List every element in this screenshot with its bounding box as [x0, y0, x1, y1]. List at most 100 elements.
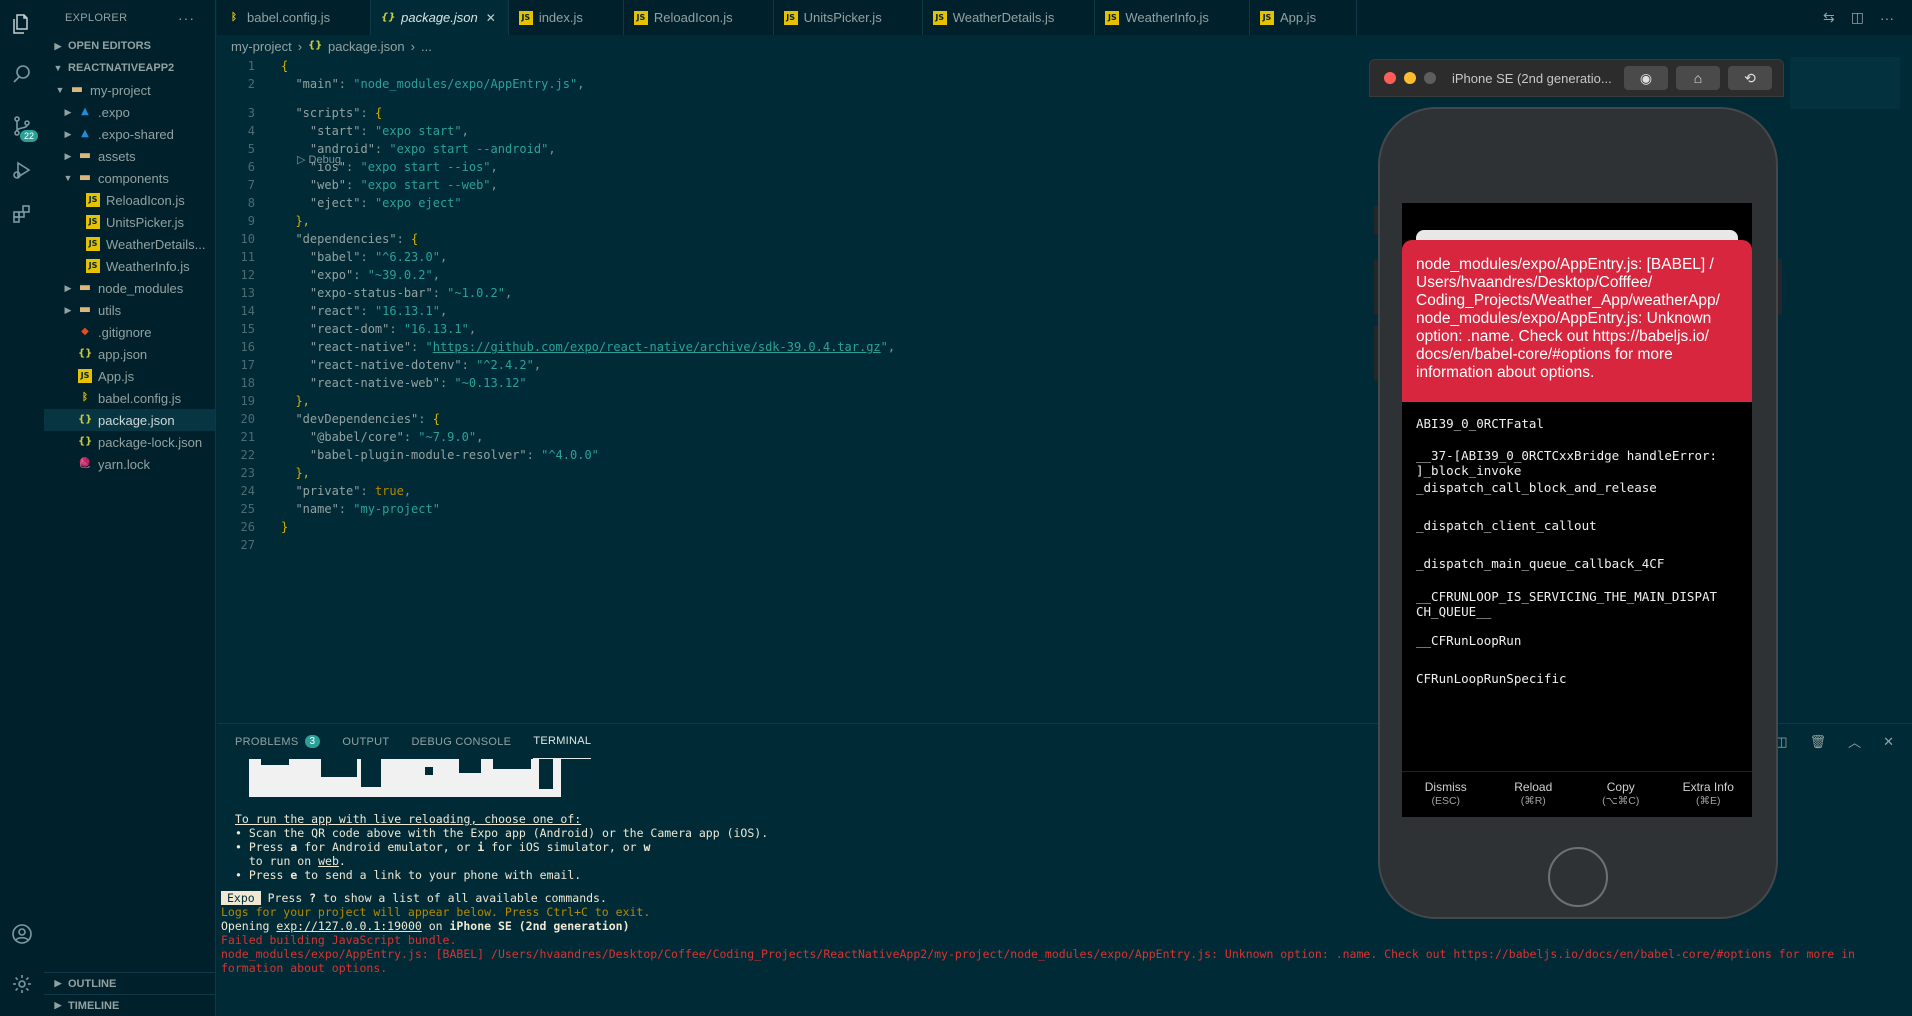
- tree-item[interactable]: ▶ ▲ .expo-shared: [44, 123, 215, 145]
- redbox-action-button[interactable]: Copy (⌥⌘C): [1577, 772, 1665, 817]
- stack-frame[interactable]: ABI39_0_0RCTFatal: [1416, 416, 1544, 431]
- json-file-icon: {}: [381, 11, 396, 23]
- timeline-section[interactable]: ▶ TIMELINE: [44, 994, 215, 1016]
- account-icon[interactable]: [0, 912, 44, 956]
- editor-tab[interactable]: JS WeatherDetails.js: [923, 0, 1096, 35]
- line-number: 23: [240, 466, 255, 480]
- split-editor-icon[interactable]: ◫: [1851, 9, 1864, 26]
- maximize-panel-icon[interactable]: ︿: [1848, 732, 1861, 751]
- stack-frame[interactable]: _dispatch_client_callout: [1416, 518, 1597, 533]
- redbox-action-button[interactable]: Dismiss (ESC): [1402, 772, 1490, 817]
- editor-tab[interactable]: JS ReloadIcon.js: [624, 0, 774, 35]
- editor-tab[interactable]: ᛒ babel.config.js: [217, 0, 372, 35]
- line-number: 21: [240, 430, 255, 444]
- extensions-icon[interactable]: [0, 192, 44, 236]
- editor-tab[interactable]: JS WeatherInfo.js: [1095, 0, 1250, 35]
- babel-file-icon: ᛒ: [82, 392, 88, 403]
- code-content: "react": "16.13.1",: [281, 302, 447, 320]
- tree-item[interactable]: JS ReloadIcon.js: [44, 189, 215, 211]
- project-section[interactable]: ▼ REACTNATIVEAPP2: [44, 57, 215, 79]
- breadcrumb-tail[interactable]: ...: [421, 39, 432, 54]
- tree-item[interactable]: JS WeatherInfo.js: [44, 255, 215, 277]
- search-icon[interactable]: [0, 52, 44, 96]
- more-actions-icon[interactable]: ···: [178, 10, 195, 26]
- breadcrumb-folder[interactable]: my-project: [231, 39, 292, 54]
- run-debug-icon[interactable]: [0, 148, 44, 192]
- code-token: "react-native-web": [281, 376, 440, 390]
- tree-item[interactable]: {} package.json: [44, 409, 215, 431]
- stack-frame[interactable]: _dispatch_main_queue_callback_4CF: [1416, 556, 1664, 571]
- code-link[interactable]: https://github.com/expo/react-native/arc…: [433, 340, 881, 354]
- stack-frame[interactable]: __CFRUNLOOP_IS_SERVICING_THE_MAIN_DISPAT…: [1416, 589, 1717, 619]
- zoom-window-button[interactable]: [1424, 72, 1436, 84]
- line-number: 4: [247, 124, 255, 138]
- tree-item[interactable]: ▼ ▬ components: [44, 167, 215, 189]
- trash-icon[interactable]: 🗑: [1810, 734, 1827, 750]
- minimap[interactable]: [1790, 57, 1900, 109]
- stack-frame[interactable]: __CFRunLoopRun: [1416, 633, 1521, 648]
- close-window-button[interactable]: [1384, 72, 1396, 84]
- code-token: :: [338, 77, 354, 91]
- settings-gear-icon[interactable]: [0, 962, 44, 1006]
- minimize-window-button[interactable]: [1404, 72, 1416, 84]
- stack-frame[interactable]: CFRunLoopRunSpecific: [1416, 671, 1567, 686]
- tree-item[interactable]: JS WeatherDetails...: [44, 233, 215, 255]
- tree-item[interactable]: 🧶 yarn.lock: [44, 453, 215, 475]
- stack-frame[interactable]: __37-[ABI39_0_0RCTCxxBridge handleError:…: [1416, 448, 1717, 478]
- code-token: "~1.0.2": [447, 286, 505, 300]
- code-content: },: [281, 392, 309, 410]
- more-actions-icon[interactable]: ···: [1880, 10, 1894, 26]
- panel-tab[interactable]: PROBLEMS 3: [235, 724, 321, 759]
- redbox-action-button[interactable]: Reload (⌘R): [1490, 772, 1578, 817]
- editor-tab[interactable]: JS index.js: [509, 0, 624, 35]
- editor-tab[interactable]: JS App.js: [1250, 0, 1358, 35]
- file-tree: ▼ ▬ my-project ▶ ▲ .expo ▶ ▲ .expo-shared ▶ ▬ asset…: [44, 79, 215, 475]
- code-token: :: [403, 430, 419, 444]
- tree-item[interactable]: ᛒ babel.config.js: [44, 387, 215, 409]
- line-number: 25: [240, 502, 255, 516]
- code-token: :: [374, 142, 390, 156]
- editor-tab[interactable]: {} package.json ✕: [371, 0, 509, 35]
- rotate-icon[interactable]: ⟲: [1728, 66, 1772, 90]
- tree-item[interactable]: ▶ ▲ .expo: [44, 101, 215, 123]
- tree-item-label: .expo: [98, 104, 130, 120]
- tree-item[interactable]: {} app.json: [44, 343, 215, 365]
- panel-tab-label: PROBLEMS: [235, 735, 299, 748]
- open-editors-section[interactable]: ▶ OPEN EDITORS: [44, 35, 215, 57]
- code-token: ": [425, 340, 433, 354]
- tree-item[interactable]: ◆ .gitignore: [44, 321, 215, 343]
- home-icon[interactable]: ⌂: [1676, 66, 1720, 90]
- tree-item[interactable]: ▶ ▬ utils: [44, 299, 215, 321]
- panel-tab[interactable]: DEBUG CONSOLE: [411, 724, 511, 759]
- problems-count-badge: 3: [304, 735, 321, 748]
- redbox-action-button[interactable]: Extra Info (⌘E): [1665, 772, 1753, 817]
- open-changes-icon[interactable]: ⇆: [1823, 9, 1835, 26]
- editor-tab[interactable]: JS UnitsPicker.js: [774, 0, 923, 35]
- tree-item[interactable]: ▶ ▬ node_modules: [44, 277, 215, 299]
- tree-item-label: my-project: [90, 82, 151, 98]
- tree-item[interactable]: {} package-lock.json: [44, 431, 215, 453]
- code-token: "ios": [281, 160, 347, 174]
- outline-section[interactable]: ▶ OUTLINE: [44, 972, 215, 994]
- breadcrumb-file[interactable]: package.json: [328, 39, 405, 54]
- tree-item[interactable]: ▼ ▬ my-project: [44, 79, 215, 101]
- stack-frame[interactable]: _dispatch_call_block_and_release: [1416, 480, 1657, 495]
- js-file-icon: JS: [78, 369, 92, 383]
- panel-tab[interactable]: OUTPUT: [342, 724, 389, 759]
- source-control-icon[interactable]: 22: [0, 104, 44, 148]
- tree-item[interactable]: JS App.js: [44, 365, 215, 387]
- screenshot-icon[interactable]: ◉: [1624, 66, 1668, 90]
- panel-tab[interactable]: TERMINAL: [533, 724, 592, 759]
- home-button[interactable]: [1548, 847, 1608, 907]
- close-tab-icon[interactable]: ✕: [486, 11, 496, 25]
- tree-item[interactable]: JS UnitsPicker.js: [44, 211, 215, 233]
- terminal-logs-line: Logs for your project will appear below.…: [221, 905, 651, 919]
- editor-actions: ⇆ ◫ ···: [1823, 0, 1912, 35]
- tree-item[interactable]: ▶ ▬ assets: [44, 145, 215, 167]
- line-number: 14: [240, 304, 255, 318]
- code-token: ,: [490, 178, 498, 192]
- code-token: "dependencies": [281, 232, 397, 246]
- close-panel-icon[interactable]: ✕: [1883, 734, 1894, 750]
- line-number: 2: [247, 77, 255, 91]
- explorer-icon[interactable]: [0, 2, 44, 46]
